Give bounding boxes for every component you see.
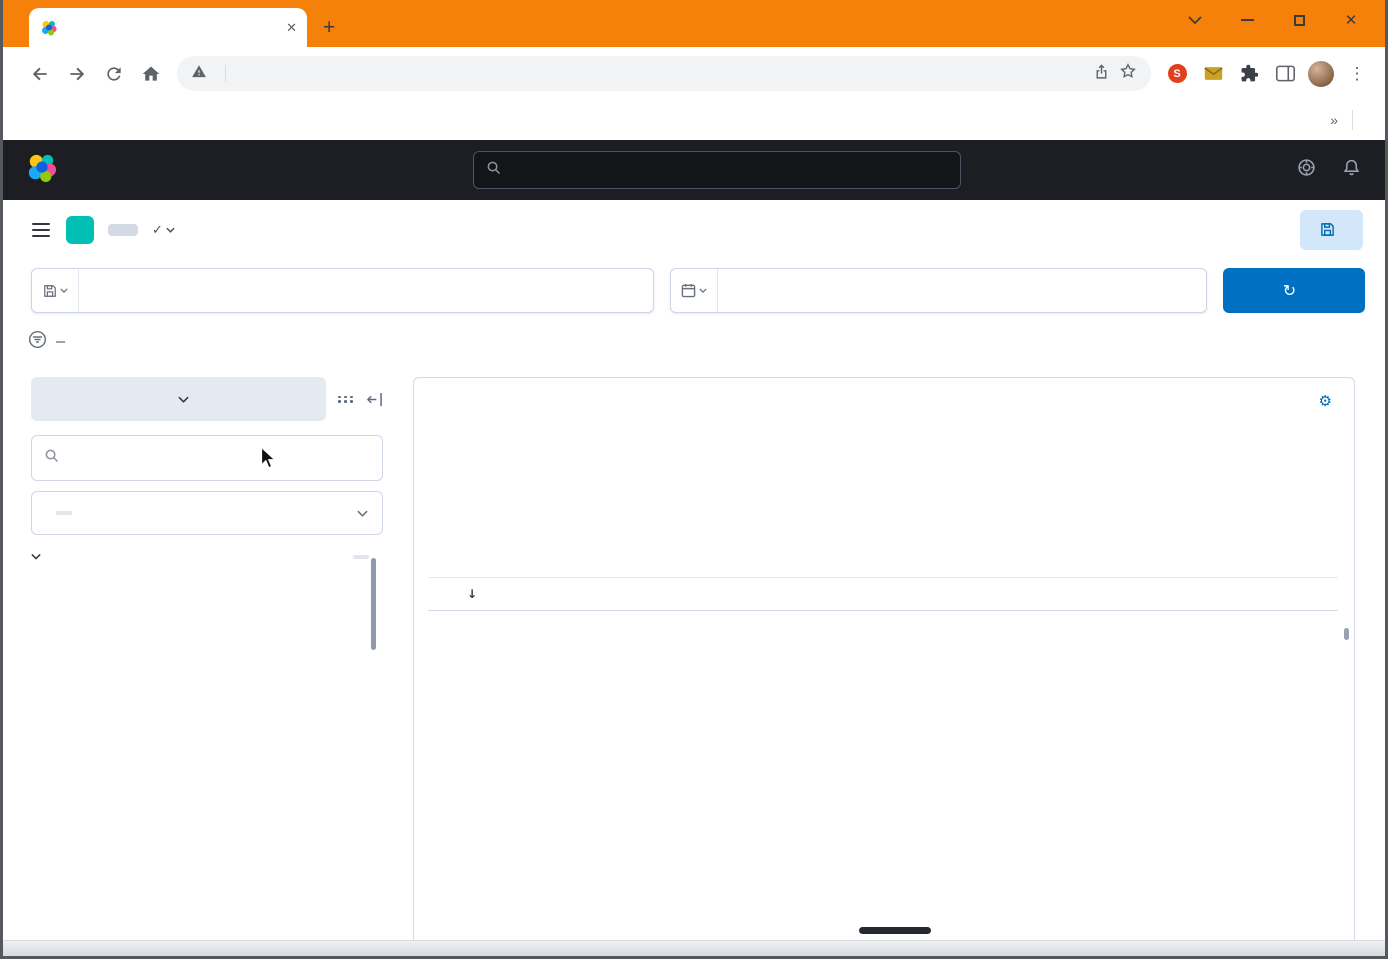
filter-icon[interactable]	[28, 330, 47, 354]
extension-mail-icon[interactable]	[1195, 57, 1231, 91]
window-frame-bottom	[3, 940, 1385, 956]
histogram-chart	[428, 436, 1338, 561]
chart-options-button[interactable]: ⚙	[1319, 392, 1338, 410]
global-search[interactable]	[473, 151, 961, 189]
bookmark-star-icon[interactable]	[1119, 62, 1137, 85]
global-search-input[interactable]	[510, 162, 948, 179]
browser-navbar: S ⋮	[3, 47, 1385, 100]
extension-s-icon[interactable]: S	[1159, 57, 1195, 91]
filter-bar	[3, 322, 1385, 362]
filter-by-type-count	[56, 511, 72, 515]
browser-menu-icon[interactable]: ⋮	[1339, 57, 1375, 91]
bookmarks-bar: »	[3, 100, 1385, 140]
filter-dash-icon	[56, 341, 65, 343]
chart-bars	[468, 436, 1338, 536]
save-button[interactable]	[1300, 210, 1363, 250]
tab-search-icon[interactable]	[1169, 0, 1221, 40]
minimize-button[interactable]	[1221, 0, 1273, 40]
results-header: ⚙	[428, 392, 1338, 410]
address-bar[interactable]	[177, 56, 1151, 91]
query-input-group	[31, 268, 654, 313]
index-pattern-select[interactable]	[31, 377, 326, 421]
calendar-menu-button[interactable]	[671, 269, 718, 312]
gear-icon: ⚙	[1319, 392, 1332, 410]
header-icons	[1297, 158, 1361, 182]
home-icon[interactable]	[132, 57, 169, 91]
search-icon	[486, 160, 501, 180]
sort-descending-icon[interactable]: ↓	[467, 587, 477, 601]
browser-titlebar: ✕ + ✕	[3, 0, 1385, 47]
extensions-puzzle-icon[interactable]	[1231, 57, 1267, 91]
x-axis	[468, 541, 1338, 561]
elastic-logo-icon[interactable]	[27, 153, 57, 188]
breadcrumb[interactable]	[108, 224, 138, 236]
available-fields-header[interactable]	[31, 553, 383, 560]
close-button[interactable]: ✕	[1325, 0, 1377, 40]
field-search-input[interactable]	[68, 450, 370, 467]
bookmarks-overflow-icon[interactable]: »	[1330, 112, 1338, 128]
app-toolbar: ✓	[3, 200, 1385, 259]
tab-favicon-elastic-icon	[41, 20, 57, 36]
chart-plot	[468, 436, 1338, 536]
breadcrumb-check-icon[interactable]: ✓	[152, 222, 175, 238]
index-pattern-row	[31, 377, 383, 421]
maximize-button[interactable]	[1273, 0, 1325, 40]
help-icon[interactable]	[1297, 158, 1316, 182]
browser-tab[interactable]: ✕	[29, 8, 307, 47]
window-controls: ✕	[1169, 0, 1377, 40]
field-search-box[interactable]	[31, 435, 383, 481]
field-filters-icon[interactable]	[338, 396, 354, 403]
share-icon[interactable]	[1093, 63, 1110, 85]
space-avatar[interactable]	[66, 216, 94, 244]
search-icon	[44, 448, 59, 468]
browser-window: ✕ + ✕ S ⋮ »	[0, 0, 1388, 959]
table-horizontal-scrollbar[interactable]	[859, 927, 931, 934]
collapse-sidebar-icon[interactable]	[366, 392, 383, 407]
date-picker	[670, 268, 1207, 313]
table-vertical-scrollbar[interactable]	[1344, 628, 1349, 640]
time-column-header[interactable]: ↓	[462, 587, 717, 601]
available-fields-count	[353, 555, 369, 559]
documents-table: ↓	[428, 577, 1338, 611]
back-icon[interactable]	[21, 57, 58, 91]
saved-query-menu-button[interactable]	[32, 269, 79, 312]
warning-icon	[191, 64, 207, 84]
tab-close-icon[interactable]: ✕	[286, 20, 297, 36]
refresh-icon: ↻	[1283, 281, 1296, 300]
query-search-input[interactable]	[79, 282, 625, 299]
chevron-down-icon	[357, 510, 368, 517]
chevron-down-icon	[31, 553, 41, 560]
table-header: ↓	[428, 578, 1338, 611]
elastic-header	[3, 140, 1385, 200]
new-tab-button[interactable]: +	[323, 17, 335, 38]
fields-sidebar	[31, 377, 383, 940]
bookmarks-right: »	[1330, 110, 1367, 130]
discover-content: ⚙ ↓	[3, 362, 1385, 940]
divider	[225, 65, 226, 82]
filter-by-type[interactable]	[31, 491, 383, 535]
divider	[1352, 110, 1353, 130]
sidebar-scrollbar[interactable]	[371, 558, 376, 650]
query-bar: ↻	[3, 259, 1385, 322]
side-panel-icon[interactable]	[1267, 57, 1303, 91]
menu-icon[interactable]	[30, 219, 52, 241]
refresh-button[interactable]: ↻	[1223, 268, 1365, 313]
notifications-icon[interactable]	[1342, 158, 1361, 182]
current-time-marker	[1326, 432, 1329, 536]
results-panel: ⚙ ↓	[413, 377, 1355, 940]
reload-icon[interactable]	[95, 57, 132, 91]
profile-avatar[interactable]	[1303, 57, 1339, 91]
forward-icon[interactable]	[58, 57, 95, 91]
